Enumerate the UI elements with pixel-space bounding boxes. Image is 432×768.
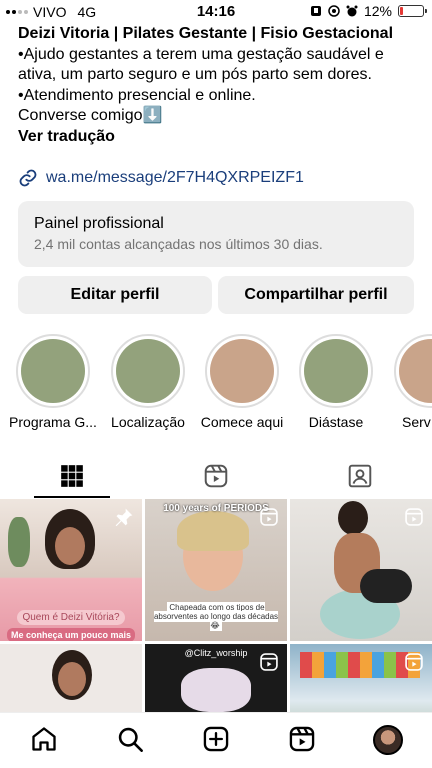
highlight-label: Serv (402, 414, 431, 430)
nav-home[interactable] (30, 725, 60, 755)
highlight-item[interactable]: Comece aqui (201, 334, 283, 430)
profile-bio: Deizi Vitoria | Pilates Gestante | Fisio… (18, 24, 422, 147)
battery-percentage: 12% (363, 3, 392, 19)
battery-icon (398, 5, 427, 17)
home-icon (32, 727, 56, 751)
professional-dashboard-title: Painel profissional (34, 215, 164, 232)
highlight-ring (111, 334, 185, 408)
post-thumbnail[interactable]: Quem é Deizi Vitória? Me conheça um pouc… (0, 499, 142, 641)
bottom-navigation (0, 712, 432, 768)
post-figure (338, 501, 368, 535)
post-thumbnail[interactable]: 100 years of PERIODS Chapeada com os tip… (145, 499, 287, 641)
highlight-label: Programa G... (9, 414, 97, 430)
profile-tabs (0, 454, 432, 498)
link-icon (19, 169, 37, 187)
professional-dashboard-subtitle: 2,4 mil contas alcançadas nos últimos 30… (34, 236, 323, 252)
post-figure (360, 569, 412, 603)
highlight-ring (205, 334, 279, 408)
highlight-ring (394, 334, 432, 408)
bio-name-line: Deizi Vitoria | Pilates Gestante | Fisio… (18, 25, 394, 42)
tab-reels[interactable] (144, 454, 288, 498)
highlight-cover (21, 339, 85, 403)
reels-icon (204, 464, 228, 488)
edit-profile-button[interactable]: Editar perfil (18, 276, 212, 314)
professional-dashboard[interactable]: Painel profissional 2,4 mil contas alcan… (18, 201, 414, 267)
create-icon (203, 726, 229, 752)
reels-icon (405, 653, 423, 671)
highlight-cover (304, 339, 368, 403)
post-caption-wrap: Quem é Deizi Vitória? (0, 607, 142, 625)
lock-rotation-icon (310, 6, 321, 16)
tagged-icon (348, 464, 372, 488)
post-figure (181, 668, 251, 712)
bio-line-1: •Ajudo gestantes a terem uma gestação sa… (18, 45, 384, 84)
battery-fill (400, 7, 403, 15)
post-caption-title: Quem é Deizi Vitória? (17, 610, 125, 625)
post-caption-subtitle: Me conheça um pouco mais (6, 628, 136, 641)
bio-link-text: wa.me/message/2F7H4QXRPEIZF1 (46, 169, 304, 186)
highlight-item[interactable]: Programa G... (9, 334, 97, 430)
pinned-icon (115, 508, 133, 527)
highlight-label: Comece aqui (200, 414, 284, 430)
nav-create[interactable] (202, 725, 232, 755)
highlight-cover (210, 339, 274, 403)
umbrella-decoration (300, 652, 420, 678)
highlight-item[interactable]: Diástase (298, 334, 374, 430)
see-translation-link[interactable]: Ver tradução (18, 127, 422, 148)
plant-decoration (8, 517, 30, 567)
profile-avatar (373, 725, 403, 755)
status-bar: VIVO 4G 14:16 12% (0, 0, 432, 24)
nav-reels[interactable] (288, 725, 318, 755)
reels-icon (405, 508, 423, 526)
post-caption-wrap: Chapeada com os tipos de absorventes ao … (145, 602, 287, 631)
reels-icon (260, 508, 278, 526)
alarm-icon (346, 5, 358, 17)
highlight-label: Diástase (308, 414, 364, 430)
share-profile-button[interactable]: Compartilhar perfil (218, 276, 414, 314)
post-figure (55, 527, 85, 565)
post-thumbnail[interactable] (290, 499, 432, 641)
highlight-cover (399, 339, 432, 403)
tab-tagged[interactable] (288, 454, 432, 498)
post-caption-wrap: Me conheça um pouco mais (0, 625, 142, 641)
bio-line-2: •Atendimento presencial e online. (18, 86, 256, 104)
bio-link[interactable]: wa.me/message/2F7H4QXRPEIZF1 (18, 168, 304, 188)
location-icon (328, 5, 340, 17)
grid-icon (61, 465, 83, 487)
reels-icon (260, 653, 278, 671)
highlight-label: Localização (111, 414, 185, 430)
nav-profile[interactable] (373, 725, 403, 755)
tab-posts-grid[interactable] (0, 454, 144, 498)
post-figure (177, 511, 249, 551)
nav-search[interactable] (116, 725, 146, 755)
reels-icon (289, 726, 315, 752)
highlight-ring (299, 334, 373, 408)
post-caption-subtitle: Chapeada com os tipos de absorventes ao … (153, 602, 279, 631)
highlight-item[interactable]: Localização (110, 334, 186, 430)
highlight-ring (16, 334, 90, 408)
post-figure (58, 662, 86, 696)
bio-line-3: Converse comigo⬇️ (18, 107, 163, 124)
search-icon (118, 727, 143, 752)
highlight-item[interactable]: Serv (394, 334, 432, 430)
highlight-cover (116, 339, 180, 403)
